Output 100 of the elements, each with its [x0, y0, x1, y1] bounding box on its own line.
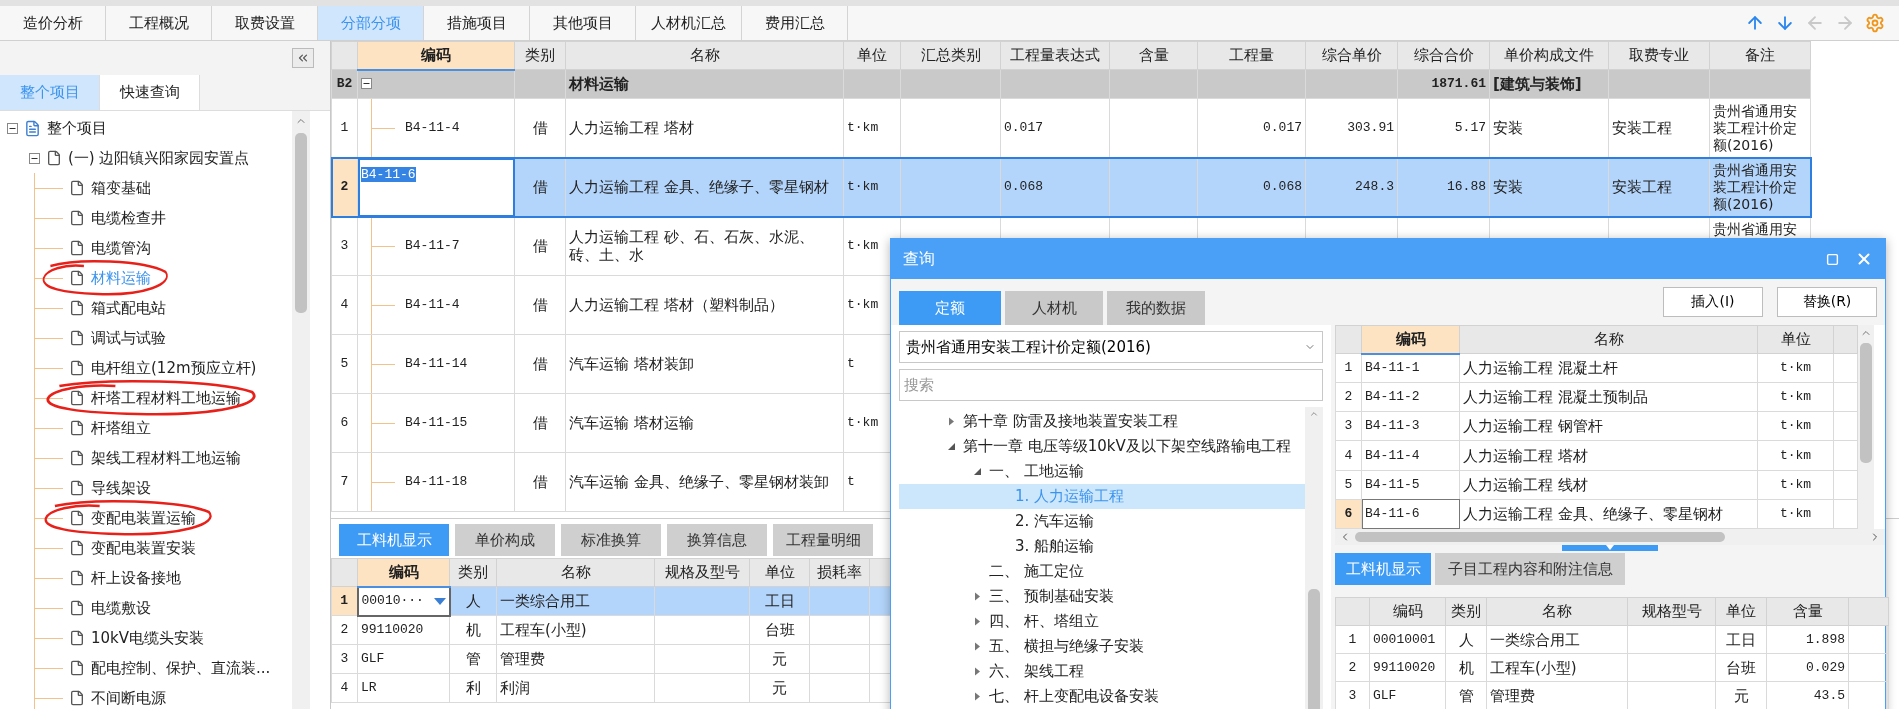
- tab[interactable]: 换算信息: [667, 524, 767, 556]
- table-cell: t·km: [1757, 382, 1834, 412]
- page-icon: [69, 270, 85, 286]
- page-icon: [46, 150, 62, 166]
- table-cell: 99110020: [357, 615, 450, 645]
- table-cell: B4-11-18: [357, 452, 515, 512]
- collapsed-arrow-icon[interactable]: [973, 642, 982, 651]
- tree-item[interactable]: 不间断电源: [91, 688, 166, 708]
- page-icon: [69, 180, 85, 196]
- column-header: 工程量表达式: [1000, 41, 1110, 70]
- tree-item[interactable]: 导线架设: [91, 478, 151, 498]
- tree-item[interactable]: 配电控制、保护、直流装...: [91, 658, 271, 678]
- collapse-box-icon[interactable]: [29, 152, 40, 164]
- tree-item[interactable]: 10kV电缆头安装: [91, 628, 205, 648]
- page-icon: [69, 210, 85, 226]
- tree-item[interactable]: 2. 汽车运输: [899, 509, 1305, 534]
- column-header: 类别: [514, 41, 566, 70]
- tab[interactable]: 我的数据: [1107, 291, 1205, 325]
- scrollbar-thumb[interactable]: [1860, 343, 1872, 463]
- table-cell: 工日: [1715, 625, 1767, 654]
- tree-item[interactable]: 3. 船舶运输: [899, 534, 1305, 559]
- splitter-handle[interactable]: [1562, 545, 1658, 551]
- scrollbar-thumb[interactable]: [294, 133, 308, 313]
- page-icon: [69, 600, 85, 616]
- column-header: 类别: [1445, 597, 1487, 626]
- tree-item[interactable]: 杆上设备接地: [91, 568, 181, 588]
- collapse-button[interactable]: [292, 48, 314, 68]
- tree-item[interactable]: 六、 架线工程: [899, 659, 1305, 684]
- dialog-button[interactable]: 插入(I): [1663, 287, 1763, 317]
- column-header: 取费专业: [1608, 41, 1710, 70]
- tree-item[interactable]: 电缆检查井: [91, 208, 166, 228]
- tree-item[interactable]: 第十一章 电压等级10kV及以下架空线路输电工程: [899, 434, 1305, 459]
- tree-item[interactable]: 杆塔工程材料工地运输: [91, 388, 241, 408]
- tree-item[interactable]: 箱式配电站: [91, 298, 166, 318]
- tree-item[interactable]: 第十章 防雷及接地装置安装工程: [899, 409, 1305, 434]
- table-cell: 工日: [749, 586, 810, 616]
- collapsed-arrow-icon[interactable]: [973, 617, 982, 626]
- tree-item[interactable]: 一、 工地运输: [899, 459, 1305, 484]
- collapsed-arrow-icon[interactable]: [973, 692, 982, 701]
- tree-item[interactable]: 整个项目: [47, 118, 107, 138]
- column-header: 综合合价: [1397, 41, 1490, 70]
- table-cell: B4-11-4: [357, 275, 515, 335]
- tab[interactable]: 人材机: [1005, 291, 1103, 325]
- scrollbar-thumb[interactable]: [1307, 588, 1321, 709]
- row-number: 1: [331, 98, 358, 158]
- expanded-arrow-icon[interactable]: [973, 467, 982, 476]
- table-cell: 借: [514, 216, 566, 276]
- tree-item[interactable]: 三、 预制基础安装: [899, 584, 1305, 609]
- dialog-button[interactable]: 替换(R): [1777, 287, 1877, 317]
- column-header: 汇总类别: [900, 41, 1001, 70]
- tree-item[interactable]: 电缆敷设: [91, 598, 151, 618]
- maximize-icon[interactable]: [1826, 252, 1839, 266]
- search-field[interactable]: 搜索: [899, 369, 1323, 401]
- page-icon: [69, 450, 85, 466]
- table-cell: 汽车运输 塔材运输: [565, 393, 844, 453]
- table-cell: 汽车运输 塔材装卸: [565, 334, 844, 394]
- tab[interactable]: 快速查询: [100, 75, 200, 110]
- table-cell: 1.898: [1766, 625, 1849, 654]
- table-cell: 人力运输工程 塔材（塑料制品）: [565, 275, 844, 335]
- code-dropdown[interactable]: 00010···: [357, 586, 450, 616]
- tree-item[interactable]: 电杆组立(12m预应立杆): [91, 358, 257, 378]
- table-cell: 人力运输工程 线材: [1459, 470, 1758, 500]
- tree-item[interactable]: 五、 横担与绝缘子安装: [899, 634, 1305, 659]
- tree-item[interactable]: 架线工程材料工地运输: [91, 448, 241, 468]
- tree-item[interactable]: 电缆管沟: [91, 238, 151, 258]
- tree-item[interactable]: 变配电装置安装: [91, 538, 196, 558]
- table-cell: B4-11-3: [1361, 411, 1460, 441]
- expanded-arrow-icon[interactable]: [947, 442, 956, 451]
- code-input[interactable]: B4-11-6: [357, 157, 515, 217]
- library-dropdown[interactable]: 贵州省通用安装工程计价定额(2016): [899, 331, 1323, 363]
- tree-item[interactable]: 七、 杆上变配电设备安装: [899, 684, 1305, 709]
- table-cell: B4-11-7: [357, 216, 515, 276]
- close-icon[interactable]: [1855, 250, 1873, 268]
- tab[interactable]: 单价构成: [455, 524, 555, 556]
- tree-item[interactable]: 杆塔组立: [91, 418, 151, 438]
- tree-item[interactable]: 调试与试验: [91, 328, 166, 348]
- table-cell: B4-11-15: [357, 393, 515, 453]
- table-cell: 台班: [749, 615, 810, 645]
- collapsed-arrow-icon[interactable]: [973, 592, 982, 601]
- tree-item[interactable]: 四、 杆、塔组立: [899, 609, 1305, 634]
- collapse-box-icon[interactable]: [361, 78, 372, 90]
- tab[interactable]: 子目工程内容和附注信息: [1435, 553, 1625, 585]
- row-number: 5: [1335, 470, 1362, 500]
- tab[interactable]: 标准换算: [561, 524, 661, 556]
- collapsed-arrow-icon[interactable]: [973, 667, 982, 676]
- tree-item[interactable]: 箱变基础: [91, 178, 151, 198]
- row-number: 6: [1335, 499, 1362, 529]
- tree-item[interactable]: (一) 边阳镇兴阳家园安置点: [68, 148, 250, 168]
- dropdown-caret-icon: [433, 597, 446, 605]
- tree-item[interactable]: 变配电装置运输: [91, 508, 196, 528]
- tab[interactable]: 工程量明细: [773, 524, 873, 556]
- page-icon: [69, 390, 85, 406]
- scrollbar-thumb[interactable]: [1355, 532, 1725, 542]
- tree-item[interactable]: 二、 施工定位: [899, 559, 1305, 584]
- row-number: 1: [1335, 625, 1370, 654]
- collapsed-arrow-icon[interactable]: [947, 417, 956, 426]
- page-icon: [69, 240, 85, 256]
- table-cell: B4-11-1: [1361, 353, 1460, 383]
- table-cell: t·km: [1757, 353, 1834, 383]
- collapse-box-icon[interactable]: [7, 122, 18, 134]
